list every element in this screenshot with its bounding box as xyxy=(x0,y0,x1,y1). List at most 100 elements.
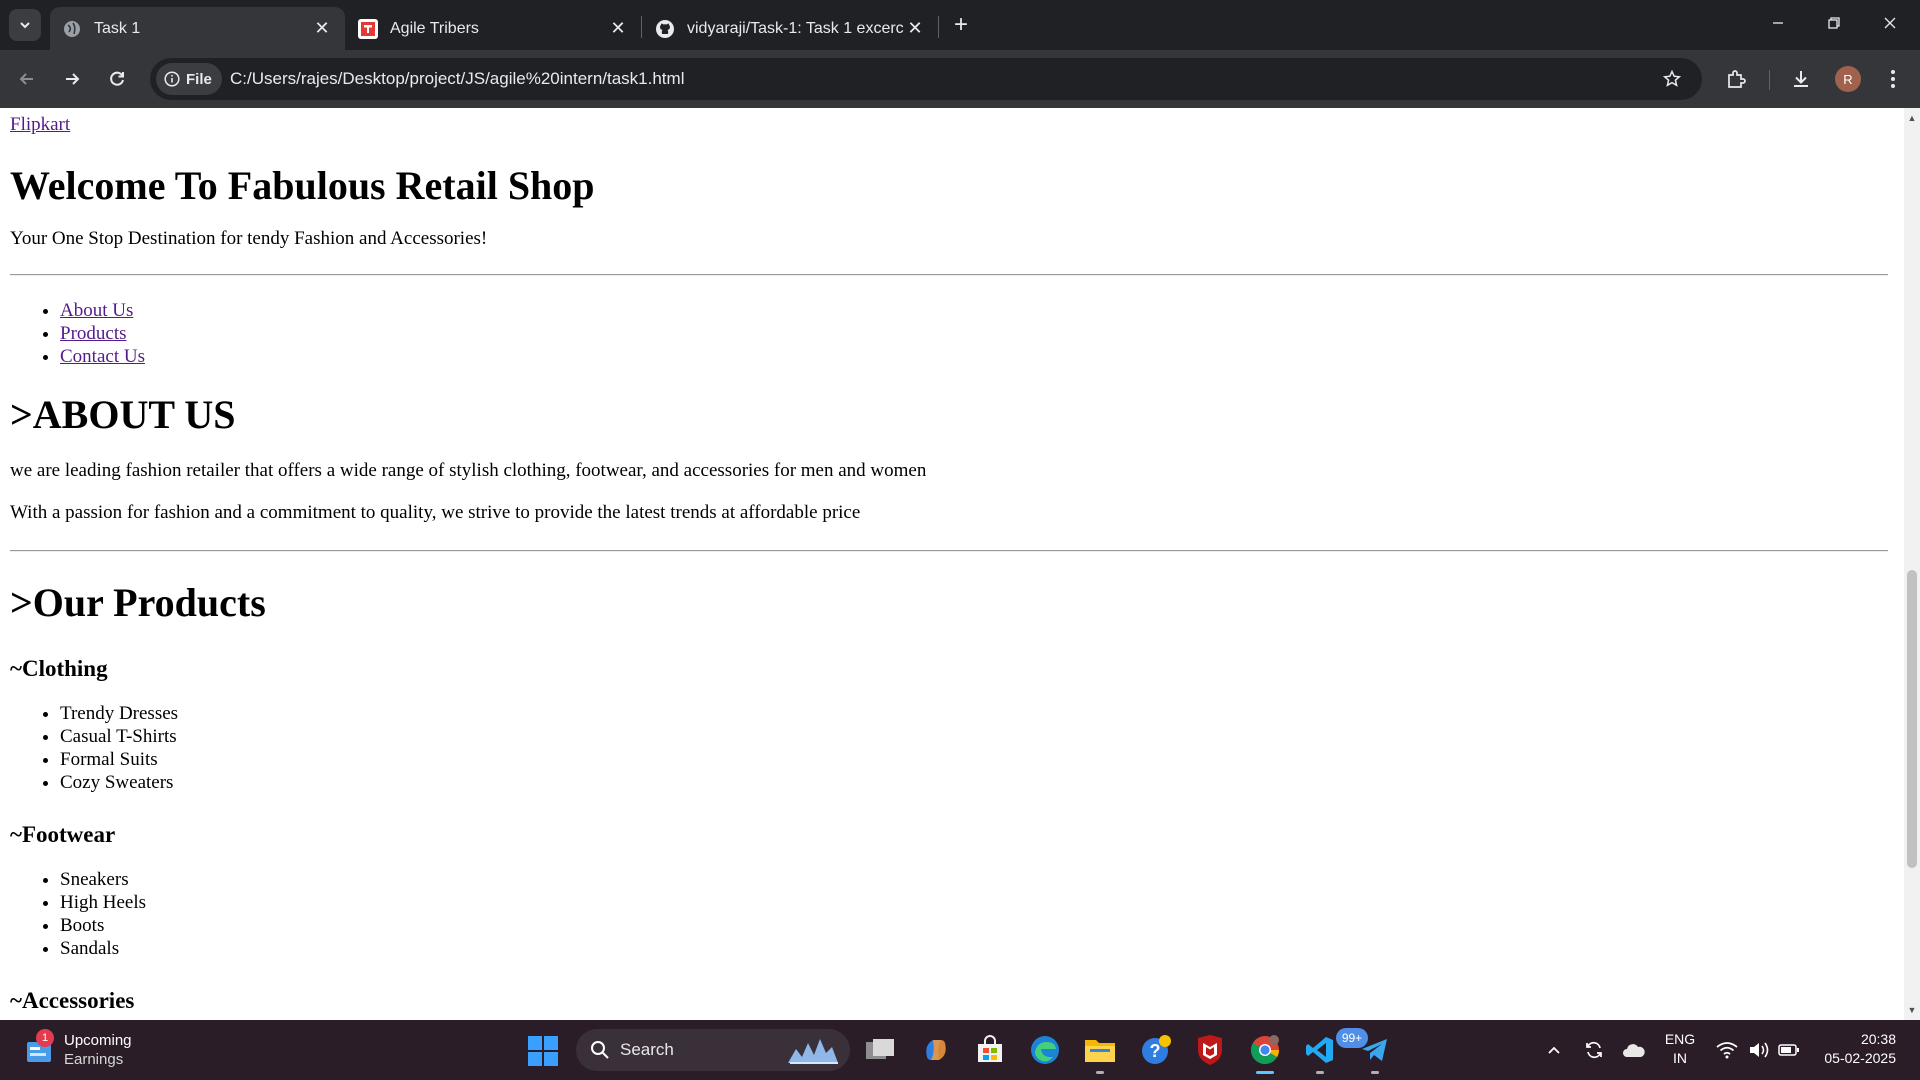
svg-text:?: ? xyxy=(1150,1041,1161,1061)
bookmark-star-button[interactable] xyxy=(1656,63,1688,95)
show-hidden-icons-button[interactable] xyxy=(1540,1032,1568,1068)
tab-task-1[interactable]: Task 1 ✕ xyxy=(50,7,345,50)
battery-icon xyxy=(1778,1044,1799,1056)
taskbar-search[interactable]: Search xyxy=(576,1029,850,1071)
region-code: IN xyxy=(1673,1050,1687,1066)
flipkart-link[interactable]: Flipkart xyxy=(10,114,70,136)
scrollbar-thumb[interactable] xyxy=(1907,570,1917,868)
edge-button[interactable] xyxy=(1027,1032,1063,1068)
tab-separator xyxy=(938,16,939,38)
earnings-widget-icon: 1 xyxy=(22,1029,56,1067)
weather-widget[interactable]: 1 Upcoming Earnings xyxy=(22,1028,172,1072)
back-button[interactable] xyxy=(11,63,43,95)
extensions-button[interactable] xyxy=(1720,63,1752,95)
scroll-down-arrow-icon[interactable]: ▼ xyxy=(1904,1002,1920,1018)
tab-title: vidyaraji/Task-1: Task 1 excercise xyxy=(687,19,904,37)
restore-button[interactable] xyxy=(1806,0,1862,46)
plus-icon: + xyxy=(953,11,968,38)
footwear-list: Sneakers High Heels Boots Sandals xyxy=(10,868,146,960)
arrow-right-icon xyxy=(66,73,80,85)
clock-time: 20:38 xyxy=(1860,1031,1896,1047)
nav-link-contact-us[interactable]: Contact Us xyxy=(60,346,145,367)
tab-title: Task 1 xyxy=(94,19,141,37)
category-heading-clothing: ~Clothing xyxy=(10,656,108,681)
profile-avatar[interactable]: R xyxy=(1835,66,1861,92)
page-scrollbar[interactable]: ▲ ▼ xyxy=(1904,108,1920,1020)
chrome-button[interactable] xyxy=(1247,1032,1283,1074)
mcafee-button[interactable] xyxy=(1192,1032,1228,1068)
tab-search-button[interactable] xyxy=(9,9,41,41)
reload-button[interactable] xyxy=(101,63,133,95)
close-tab-icon[interactable]: ✕ xyxy=(607,18,629,40)
start-button[interactable] xyxy=(528,1036,558,1066)
tab-agile-tribers[interactable]: Agile Tribers ✕ xyxy=(346,7,641,50)
task-view-icon xyxy=(866,1039,894,1059)
help-icon: ? xyxy=(1142,1035,1171,1064)
downloads-button[interactable] xyxy=(1785,63,1817,95)
close-tab-icon[interactable]: ✕ xyxy=(904,18,926,40)
tab-github-repo[interactable]: vidyaraji/Task-1: Task 1 excercise ✕ xyxy=(643,7,938,50)
browser-menu-button[interactable] xyxy=(1877,63,1909,95)
info-icon xyxy=(164,71,180,87)
forward-button[interactable] xyxy=(56,63,88,95)
edge-icon xyxy=(1031,1036,1059,1064)
mcafee-shield-icon xyxy=(1198,1035,1222,1065)
volume-button[interactable] xyxy=(1744,1032,1774,1068)
tagline: Your One Stop Destination for tendy Fash… xyxy=(10,228,488,249)
list-item: Trendy Dresses xyxy=(60,702,178,725)
toolbar-divider xyxy=(1769,70,1770,90)
battery-status-button[interactable] xyxy=(1774,1032,1804,1068)
clock-date: 05-02-2025 xyxy=(1824,1050,1896,1066)
site-info-chip[interactable]: File xyxy=(156,63,222,95)
onedrive-button[interactable] xyxy=(1620,1032,1648,1068)
tab-title: Agile Tribers xyxy=(390,19,479,37)
input-language-indicator[interactable]: ENG IN xyxy=(1662,1030,1698,1068)
tab-separator xyxy=(641,16,642,38)
search-highlight-icon xyxy=(784,1033,842,1067)
github-icon xyxy=(655,19,675,39)
task-view-button[interactable] xyxy=(862,1032,898,1068)
browser-tab-strip: Task 1 ✕ Agile Tribers ✕ vidyaraji/Task-… xyxy=(0,0,1920,50)
list-item: High Heels xyxy=(60,891,146,914)
products-heading: >Our Products xyxy=(10,580,266,625)
more-vertical-icon xyxy=(1891,70,1895,88)
running-indicator xyxy=(1371,1071,1379,1074)
new-tab-button[interactable]: + xyxy=(948,11,974,38)
list-item: Casual T-Shirts xyxy=(60,725,178,748)
chevron-down-icon xyxy=(20,22,30,29)
chrome-icon xyxy=(1251,1035,1279,1064)
site-info-label: File xyxy=(186,70,212,88)
sync-status-button[interactable] xyxy=(1580,1032,1608,1068)
close-window-button[interactable] xyxy=(1862,0,1918,46)
system-clock[interactable]: 20:38 05-02-2025 xyxy=(1808,1030,1896,1068)
help-app-button[interactable]: ? xyxy=(1138,1032,1174,1068)
language-code: ENG xyxy=(1664,1031,1696,1047)
vscode-icon xyxy=(1306,1037,1333,1063)
file-explorer-button[interactable] xyxy=(1082,1032,1118,1074)
widget-subtitle: Earnings xyxy=(64,1051,124,1068)
nav-link-products[interactable]: Products xyxy=(60,323,127,344)
speaker-icon xyxy=(1750,1042,1769,1058)
about-heading: >ABOUT US xyxy=(10,392,236,437)
microsoft-store-button[interactable] xyxy=(972,1032,1008,1068)
globe-icon xyxy=(62,19,82,39)
browser-toolbar: File C:/Users/rajes/Desktop/project/JS/a… xyxy=(0,50,1920,108)
windows-taskbar: 1 Upcoming Earnings Search ? 99+ ENG IN … xyxy=(0,1020,1920,1080)
close-tab-icon[interactable]: ✕ xyxy=(311,18,333,40)
address-bar[interactable]: File C:/Users/rajes/Desktop/project/JS/a… xyxy=(150,58,1702,100)
copilot-button[interactable] xyxy=(918,1032,954,1068)
minimize-button[interactable] xyxy=(1750,0,1806,46)
search-icon xyxy=(591,1041,609,1059)
chevron-up-icon xyxy=(1548,1046,1560,1054)
vscode-button[interactable] xyxy=(1302,1032,1338,1074)
about-paragraph-1: we are leading fashion retailer that off… xyxy=(10,460,927,481)
notification-count-badge: 99+ xyxy=(1336,1028,1368,1048)
copilot-icon xyxy=(926,1040,946,1060)
about-paragraph-2: With a passion for fashion and a commitm… xyxy=(10,502,861,523)
nav-link-about-us[interactable]: About Us xyxy=(60,300,133,321)
network-status-button[interactable] xyxy=(1712,1032,1742,1068)
windows-logo-icon xyxy=(528,1036,558,1066)
scroll-up-arrow-icon[interactable]: ▲ xyxy=(1904,110,1920,126)
store-icon xyxy=(978,1035,1002,1062)
list-item: Sneakers xyxy=(60,868,146,891)
